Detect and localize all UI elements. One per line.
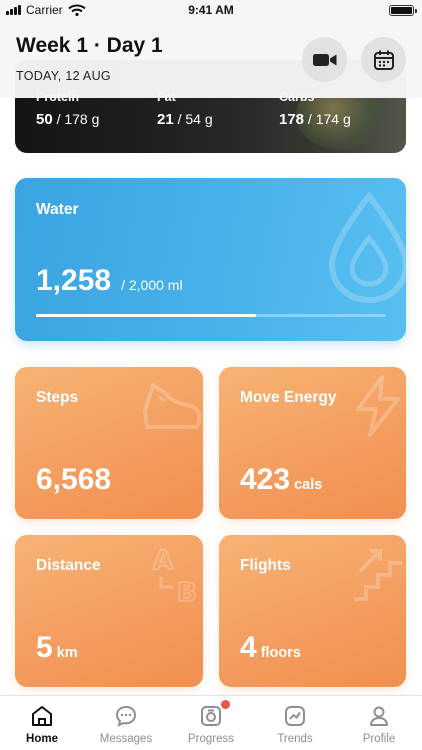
water-progress-track — [36, 314, 386, 317]
steps-value: 6,568 — [36, 463, 112, 496]
tab-home[interactable]: Home — [0, 696, 84, 750]
tab-trends[interactable]: Trends — [253, 696, 337, 750]
tab-label: Progress — [187, 733, 235, 745]
sneaker-icon — [143, 383, 202, 429]
stairs-icon — [354, 549, 402, 601]
svg-text:B: B — [177, 578, 197, 605]
battery-icon — [389, 5, 417, 16]
tab-messages[interactable]: Messages — [84, 696, 168, 750]
macro-current: 21 — [157, 111, 174, 128]
lightning-icon — [356, 375, 400, 437]
flights-label: Flights — [240, 557, 291, 574]
page-title: Week 1 · Day 1 — [16, 34, 163, 57]
steps-label: Steps — [36, 389, 79, 406]
tab-label: Trends — [277, 733, 313, 745]
water-card[interactable]: Water 1,258 / 2,000 ml — [15, 178, 406, 341]
move-energy-value: 423 — [240, 463, 291, 496]
tab-label: Messages — [99, 733, 153, 745]
tab-label: Profile — [362, 733, 396, 745]
macro-target: / 54 g — [177, 111, 213, 127]
tab-progress[interactable]: Progress — [169, 696, 253, 750]
macro-target: / 174 g — [307, 111, 351, 127]
water-drop-icon — [328, 192, 406, 304]
video-camera-icon — [312, 53, 336, 66]
move-energy-unit: cals — [294, 477, 323, 493]
home-icon — [32, 706, 52, 726]
progress-photo-icon — [201, 706, 221, 726]
macro-current: 178 — [279, 111, 305, 128]
tab-profile[interactable]: Profile — [337, 696, 421, 750]
distance-label: Distance — [36, 557, 101, 574]
flights-value: 4 — [240, 631, 257, 664]
notification-badge — [221, 700, 230, 709]
trends-icon — [285, 706, 305, 726]
calendar-button[interactable] — [361, 37, 406, 82]
status-time: 9:41 AM — [188, 3, 234, 17]
water-value: 1,258 — [36, 264, 112, 297]
flights-card[interactable]: Flights 4 floors — [219, 535, 406, 687]
distance-card[interactable]: A B Distance 5 km — [15, 535, 203, 687]
move-energy-label: Move Energy — [240, 389, 337, 406]
macro-target: / 178 g — [56, 111, 100, 127]
move-energy-card[interactable]: Move Energy 423 cals — [219, 367, 406, 519]
distance-unit: km — [56, 645, 78, 661]
video-call-button[interactable] — [302, 37, 347, 82]
svg-text:A: A — [153, 546, 173, 576]
water-label: Water — [36, 201, 79, 218]
chat-icon — [115, 705, 137, 727]
a-to-b-icon: A B — [152, 545, 198, 605]
status-bar: Carrier 9:41 AM — [0, 0, 422, 22]
tab-bar: Home Messages Progress Trends Profile — [0, 695, 422, 750]
date-label: TODAY, 12 AUG — [16, 69, 111, 83]
water-progress-bar — [36, 314, 257, 317]
flights-unit: floors — [260, 645, 301, 661]
macro-current: 50 — [36, 111, 53, 128]
profile-icon — [370, 706, 388, 726]
water-target: / 2,000 ml — [121, 277, 183, 293]
steps-card[interactable]: Steps 6,568 — [15, 367, 203, 519]
tab-label: Home — [26, 733, 58, 745]
distance-value: 5 — [36, 631, 53, 664]
calendar-icon — [373, 50, 394, 70]
